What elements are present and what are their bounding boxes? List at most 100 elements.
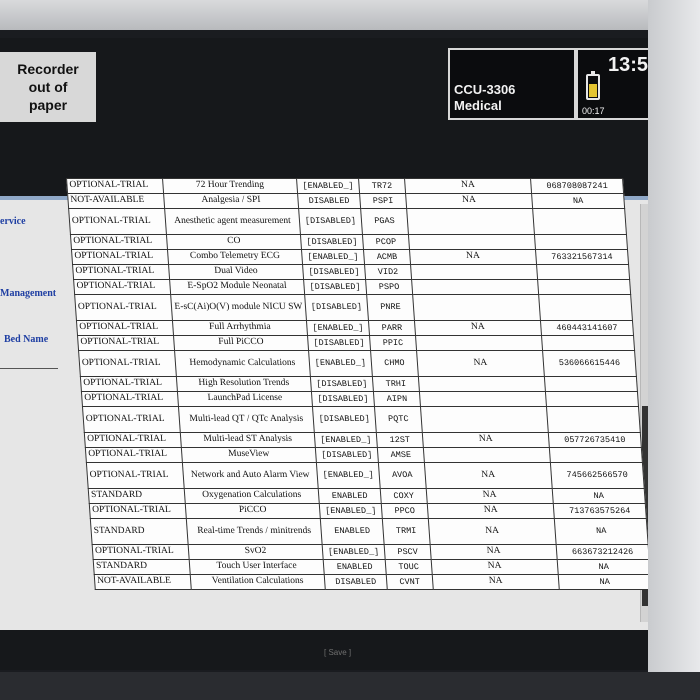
license-enabled-cell: [DISABLED] [311, 391, 375, 407]
license-status-cell: OPTIONAL-TRIAL [89, 503, 187, 519]
license-na-cell [418, 376, 546, 392]
license-row[interactable]: STANDARD Touch User Interface ENABLED TOUC N… [93, 559, 651, 575]
license-enabled-cell: [DISABLED] [307, 335, 371, 351]
license-row[interactable]: OPTIONAL-TRIAL High Resolution Trends [DIS… [80, 376, 638, 392]
license-option-cell: 72 Hour Trending [162, 178, 298, 194]
license-key-cell [538, 294, 633, 321]
license-row[interactable]: OPTIONAL-TRIAL Multi-lead QT / QTc Analys… [82, 406, 641, 433]
license-code-cell: PNRE [366, 294, 415, 321]
license-code-cell: PSPI [359, 193, 407, 209]
license-key-cell: 068708087241 [530, 178, 624, 194]
license-option-cell: Touch User Interface [189, 559, 325, 575]
license-row[interactable]: OPTIONAL-TRIAL 72 Hour Trending [ENABLED_]… [66, 178, 624, 194]
license-option-cell: MuseView [181, 447, 317, 463]
license-na-cell: NA [430, 544, 558, 560]
license-option-cell: Multi-lead QT / QTc Analysis [178, 406, 315, 433]
license-key-cell [546, 406, 641, 433]
license-status-cell: OPTIONAL-TRIAL [78, 350, 177, 377]
license-key-cell: NA [552, 488, 646, 504]
license-na-cell [410, 264, 538, 280]
license-option-cell: Full Arrhythmia [172, 320, 308, 336]
license-enabled-cell: [ENABLED_] [301, 249, 365, 265]
license-row[interactable]: OPTIONAL-TRIAL MuseView [DISABLED] AMSE [85, 447, 643, 463]
side-tab-bed-name[interactable]: Bed Name [4, 334, 48, 345]
license-code-cell: PPIC [369, 335, 417, 351]
license-row[interactable]: OPTIONAL-TRIAL Anesthetic agent measureme… [68, 208, 627, 235]
license-row[interactable]: OPTIONAL-TRIAL Multi-lead ST Analysis [ENA… [84, 432, 642, 448]
license-row[interactable]: OPTIONAL-TRIAL Hemodynamic Calculations [E… [78, 350, 637, 377]
license-status-cell: OPTIONAL-TRIAL [72, 264, 170, 280]
license-option-cell: High Resolution Trends [176, 376, 312, 392]
license-na-cell [408, 234, 536, 250]
license-enabled-cell: DISABLED [324, 574, 388, 590]
license-row[interactable]: NOT-AVAILABLE Analgesia / SPI DISABLED PSPI… [67, 193, 625, 209]
license-option-cell: Dual Video [168, 264, 304, 280]
license-code-cell: ACMB [363, 249, 411, 265]
license-key-cell: NA [557, 559, 651, 575]
license-na-cell [415, 335, 543, 351]
license-status-cell: OPTIONAL-TRIAL [82, 406, 181, 433]
side-tab-service[interactable]: ervice [0, 216, 26, 227]
license-na-cell [411, 279, 539, 295]
license-enabled-cell: [ENABLED_] [296, 178, 360, 194]
license-status-cell: OPTIONAL-TRIAL [81, 391, 179, 407]
license-enabled-cell: [ENABLED_] [316, 462, 381, 489]
license-enabled-cell: [DISABLED] [310, 376, 374, 392]
license-key-cell [532, 208, 627, 235]
license-option-cell: SvO2 [188, 544, 324, 560]
license-code-cell: PPCO [381, 503, 429, 519]
monitor-bezel-top [0, 0, 700, 30]
license-row[interactable]: OPTIONAL-TRIAL Combo Telemetry ECG [ENABLE… [71, 249, 629, 265]
license-row[interactable]: OPTIONAL-TRIAL CO [DISABLED] PCOP [70, 234, 628, 250]
license-enabled-cell: [ENABLED_] [314, 432, 378, 448]
license-enabled-cell: [ENABLED_] [306, 320, 370, 336]
license-code-cell: AIPN [373, 391, 421, 407]
license-status-cell: OPTIONAL-TRIAL [70, 234, 168, 250]
license-key-cell: NA [558, 574, 652, 590]
license-row[interactable]: OPTIONAL-TRIAL E-sC(Ai)O(V) module NICU S… [74, 294, 633, 321]
license-key-cell: NA [554, 518, 649, 545]
license-status-cell: OPTIONAL-TRIAL [73, 279, 171, 295]
license-option-cell: Combo Telemetry ECG [167, 249, 303, 265]
license-na-cell [420, 406, 549, 433]
license-table: OPTIONAL-TRIAL 72 Hour Trending [ENABLED_]… [66, 178, 652, 590]
license-enabled-cell: [ENABLED_] [319, 503, 383, 519]
license-code-cell: TRHI [372, 376, 420, 392]
license-row[interactable]: OPTIONAL-TRIAL PiCCO [ENABLED_] PPCO NA 71376… [89, 503, 647, 519]
license-enabled-cell: [DISABLED] [300, 234, 364, 250]
recorder-status-line: Recorder [17, 60, 79, 77]
bed-info-box[interactable]: CCU-3306 Medical [448, 48, 576, 120]
license-na-cell: NA [414, 320, 542, 336]
save-button[interactable]: [ Save ] [324, 648, 351, 657]
license-row[interactable]: OPTIONAL-TRIAL Full Arrhythmia [ENABLED_] P… [76, 320, 634, 336]
license-na-cell [406, 208, 535, 235]
license-status-cell: OPTIONAL-TRIAL [77, 335, 175, 351]
license-row[interactable]: STANDARD Real-time Trends / minitrends ENA… [90, 518, 649, 545]
side-divider [0, 368, 58, 369]
license-code-cell: CHMO [370, 350, 419, 377]
license-row[interactable]: OPTIONAL-TRIAL SvO2 [ENABLED_] PSCV NA 663673… [92, 544, 650, 560]
side-tab-management[interactable]: Management [0, 288, 56, 299]
license-row[interactable]: NOT-AVAILABLE Ventilation Calculations DIS… [94, 574, 652, 590]
license-status-cell: OPTIONAL-TRIAL [76, 320, 174, 336]
license-na-cell: NA [427, 503, 555, 519]
license-row[interactable]: OPTIONAL-TRIAL E-SpO2 Module Neonatal [DIS… [73, 279, 631, 295]
license-na-cell: NA [431, 559, 559, 575]
license-key-cell: 663673212426 [556, 544, 650, 560]
license-enabled-cell: ENABLED [323, 559, 387, 575]
license-row[interactable]: STANDARD Oxygenation Calculations ENABLED C… [88, 488, 646, 504]
license-code-cell: PGAS [360, 208, 409, 235]
license-option-cell: Real-time Trends / minitrends [186, 518, 323, 545]
license-row[interactable]: OPTIONAL-TRIAL LaunchPad License [DISABLED… [81, 391, 639, 407]
recorder-status-line: paper [28, 97, 68, 114]
license-na-cell: NA [409, 249, 537, 265]
recorder-status-message[interactable]: Recorder out of paper [0, 52, 96, 122]
license-enabled-cell: [DISABLED] [315, 447, 379, 463]
license-row[interactable]: OPTIONAL-TRIAL Dual Video [DISABLED] VID2 [72, 264, 630, 280]
license-enabled-cell: DISABLED [297, 193, 361, 209]
battery-level-fill [589, 83, 597, 97]
license-row[interactable]: OPTIONAL-TRIAL Network and Auto Alarm Vie… [86, 462, 645, 489]
license-status-cell: OPTIONAL-TRIAL [86, 462, 185, 489]
license-key-cell: 057726735410 [548, 432, 642, 448]
license-row[interactable]: OPTIONAL-TRIAL Full PiCCO [DISABLED] PPIC [77, 335, 635, 351]
